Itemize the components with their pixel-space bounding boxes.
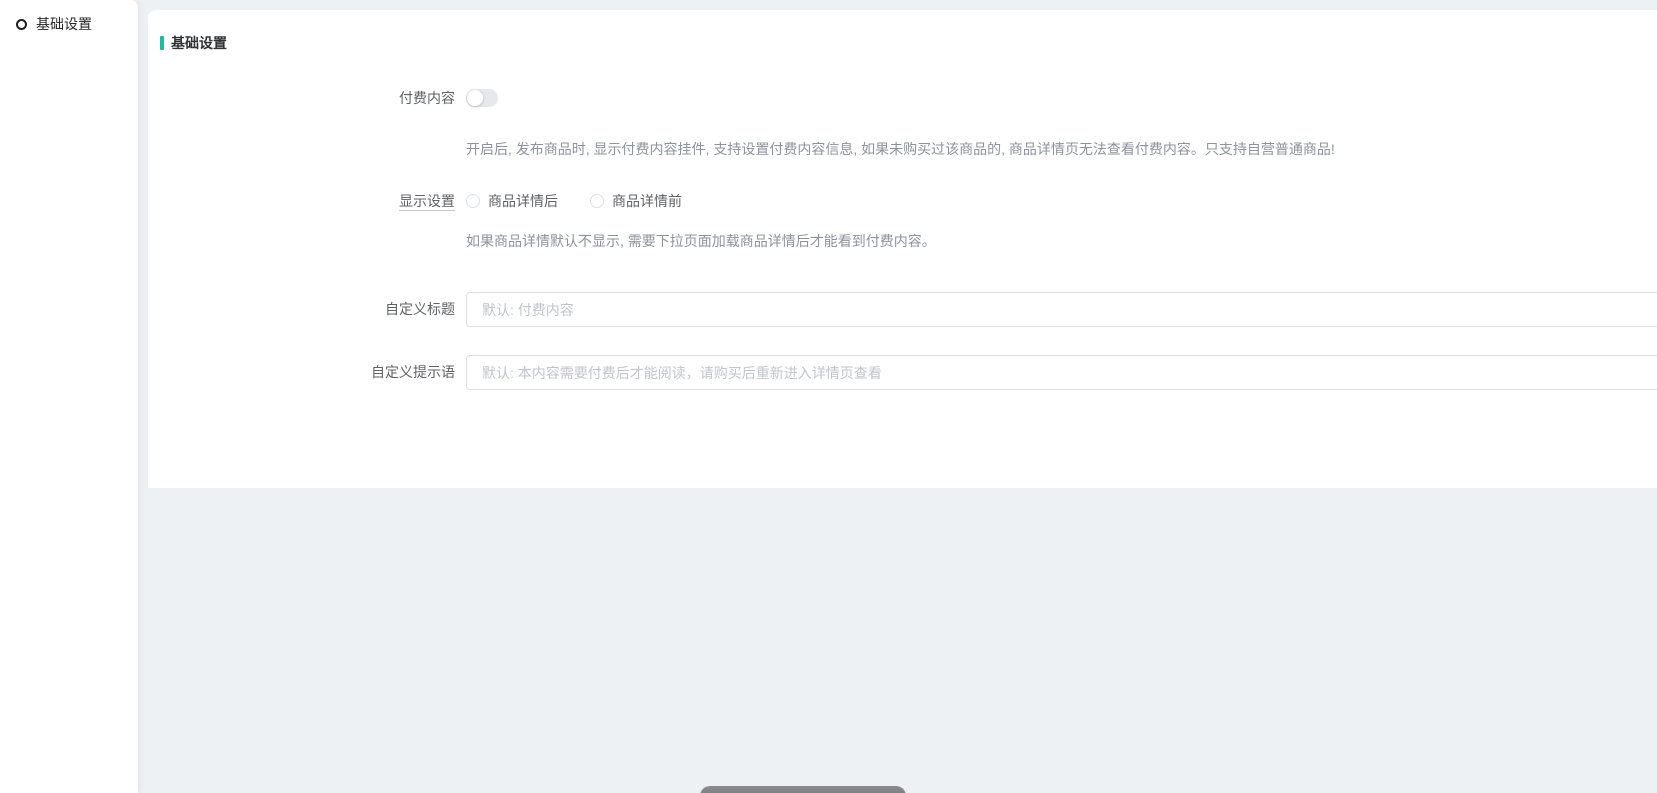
custom-title-input[interactable]: [466, 292, 1657, 327]
radio-option-before-detail[interactable]: 商品详情前: [590, 192, 682, 210]
radio-circle-icon[interactable]: [466, 194, 480, 208]
circle-icon: [16, 19, 27, 30]
sidebar: 基础设置: [0, 0, 138, 793]
display-setting-help: 如果商品详情默认不显示, 需要下拉页面加载商品详情后才能看到付费内容。: [466, 232, 1657, 250]
radio-circle-icon[interactable]: [590, 194, 604, 208]
display-setting-radio-group: 商品详情后 商品详情前: [466, 192, 1657, 210]
accent-bar: [160, 36, 164, 50]
custom-title-label: 自定义标题: [148, 292, 455, 327]
paid-content-label: 付费内容: [148, 89, 455, 107]
main-area: 基础设置 付费内容 开启后, 发布商品时, 显示付费内容挂件, 支持设置付费内容…: [148, 0, 1657, 793]
custom-prompt-label: 自定义提示语: [148, 355, 455, 390]
panel-title-row: 基础设置: [160, 33, 1657, 53]
sidebar-item-label: 基础设置: [36, 14, 92, 34]
page-title: 基础设置: [171, 33, 227, 53]
custom-title-row: 自定义标题: [148, 292, 1657, 327]
display-setting-label: 显示设置: [148, 192, 455, 210]
display-setting-row: 显示设置 商品详情后 商品详情前: [148, 192, 1657, 210]
sidebar-item-basic-settings[interactable]: 基础设置: [0, 0, 138, 48]
paid-content-toggle[interactable]: [466, 89, 498, 107]
toggle-knob: [467, 90, 483, 106]
content-background: [148, 488, 1657, 793]
save-button[interactable]: [700, 786, 906, 793]
custom-prompt-row: 自定义提示语: [148, 355, 1657, 390]
paid-content-help: 开启后, 发布商品时, 显示付费内容挂件, 支持设置付费内容信息, 如果未购买过…: [466, 140, 1657, 158]
settings-panel: 基础设置 付费内容 开启后, 发布商品时, 显示付费内容挂件, 支持设置付费内容…: [148, 10, 1657, 488]
radio-option-after-detail[interactable]: 商品详情后: [466, 192, 558, 210]
custom-prompt-input[interactable]: [466, 355, 1657, 390]
paid-content-row: 付费内容: [148, 89, 1657, 112]
